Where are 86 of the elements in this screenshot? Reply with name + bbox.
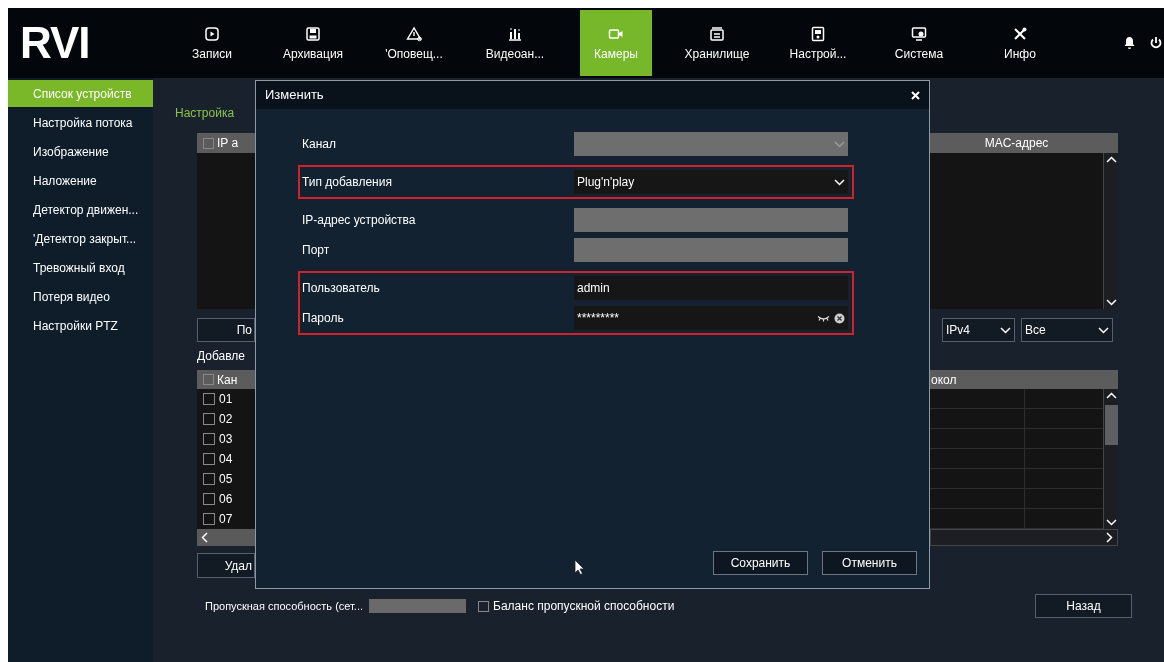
chevron-down-icon <box>1000 326 1011 334</box>
chevron-up-icon[interactable] <box>1105 392 1117 399</box>
notification-bell-icon[interactable] <box>1123 36 1136 50</box>
storage-icon <box>709 26 725 42</box>
sidebar-item[interactable]: Наложение <box>8 167 153 194</box>
sidebar-item[interactable]: Настройки PTZ <box>8 312 153 339</box>
logo: RVI <box>19 21 91 65</box>
dialog-button[interactable]: Отменить <box>822 551 917 575</box>
chevron-right-icon[interactable] <box>1106 532 1113 543</box>
chevron-down-icon[interactable] <box>1105 519 1117 526</box>
input-field[interactable]: admin <box>574 276 848 300</box>
close-icon[interactable] <box>911 90 920 100</box>
field-label: Пользователь <box>301 280 381 297</box>
bar-chart-icon <box>507 26 523 42</box>
sidebar-item[interactable]: Детектор движен... <box>8 196 153 223</box>
sidebar-item[interactable]: Потеря видео <box>8 283 153 310</box>
checkbox[interactable] <box>203 493 215 505</box>
sidebar-item[interactable]: Изображение <box>8 138 153 165</box>
table-cell-text: 04 <box>219 451 233 468</box>
filter-select[interactable]: Все <box>1021 318 1113 342</box>
device-icon <box>810 26 826 42</box>
nav-tab[interactable]: Инфо <box>984 10 1056 76</box>
nav-tab[interactable]: Настрой... <box>782 10 854 76</box>
monitor-settings-icon <box>911 26 927 42</box>
power-icon[interactable] <box>1150 36 1162 50</box>
mouse-cursor-icon <box>574 559 585 575</box>
column-header: IP a <box>217 135 239 152</box>
scrollbar-thumb[interactable] <box>1104 405 1118 445</box>
chevron-down-icon <box>834 178 845 186</box>
vertical-scrollbar[interactable] <box>1103 389 1118 529</box>
table-cell-text: 06 <box>219 491 233 508</box>
column-header: окол <box>930 371 957 389</box>
chevron-up-icon[interactable] <box>1105 156 1117 163</box>
bandwidth-label: Пропускная способность (сет... <box>205 598 364 614</box>
vertical-scrollbar[interactable] <box>1103 153 1118 309</box>
field-label: Тип добавления <box>301 174 393 191</box>
checkbox[interactable] <box>203 473 215 485</box>
chevron-down-icon[interactable] <box>1105 299 1117 306</box>
checkbox[interactable] <box>203 413 215 425</box>
table-cell-text: 07 <box>219 511 233 528</box>
nav-tab[interactable]: Архивация <box>277 10 349 76</box>
table-cell-text: 02 <box>219 411 233 428</box>
dropdown[interactable]: Plug'n'play <box>574 170 848 194</box>
warning-icon <box>406 26 422 42</box>
field-label: IP-адрес устройства <box>301 212 417 229</box>
chevron-down-icon <box>834 140 845 148</box>
checkbox[interactable] <box>203 433 215 445</box>
column-header: Кан <box>217 371 238 389</box>
tools-icon <box>1012 26 1028 42</box>
nav-tab[interactable]: Записи <box>176 10 248 76</box>
field-label: Канал <box>301 136 337 153</box>
horizontal-scrollbar[interactable] <box>930 529 1118 546</box>
checkbox[interactable] <box>478 600 490 612</box>
sidebar-item[interactable]: Тревожный вход <box>8 254 153 281</box>
checkbox[interactable] <box>203 513 215 525</box>
horizontal-scrollbar[interactable] <box>197 529 255 546</box>
password-field[interactable]: ********* <box>574 306 848 330</box>
chevron-left-icon[interactable] <box>201 532 208 543</box>
play-icon <box>204 26 220 42</box>
nav-tab[interactable]: Видеоан... <box>479 10 551 76</box>
dialog-title: Изменить <box>265 86 324 105</box>
nav-tab[interactable]: Система <box>883 10 955 76</box>
column-header: MAC-адрес <box>984 135 1049 152</box>
field-label: Пароль <box>301 310 345 327</box>
clear-icon[interactable] <box>834 312 845 324</box>
dialog-button[interactable]: Сохранить <box>713 551 808 575</box>
balance-label: Баланс пропускной способности <box>493 598 675 615</box>
nav-tab[interactable]: 'Оповещ... <box>378 10 450 76</box>
filter-select[interactable]: IPv4 <box>942 318 1015 342</box>
table-cell-text: 01 <box>219 391 233 408</box>
back-button[interactable]: Назад <box>1035 594 1132 618</box>
sidebar-item[interactable]: 'Детектор закрыт... <box>8 225 153 252</box>
video-camera-icon <box>608 26 624 42</box>
checkbox[interactable] <box>203 453 215 465</box>
checkbox[interactable] <box>203 393 215 405</box>
table-cell-text: 03 <box>219 431 233 448</box>
settings-tab[interactable]: Настройка <box>175 106 235 120</box>
section-label: Добавле <box>197 348 245 365</box>
table-cell-text: 05 <box>219 471 233 488</box>
closed-eye-icon[interactable] <box>817 314 830 322</box>
checkbox[interactable] <box>203 374 214 385</box>
chevron-down-icon <box>1098 326 1109 334</box>
field-label: Порт <box>301 242 331 259</box>
sidebar-item[interactable]: Настройка потока <box>8 109 153 136</box>
checkbox[interactable] <box>203 137 214 149</box>
nav-tab[interactable]: Хранилище <box>681 10 753 76</box>
